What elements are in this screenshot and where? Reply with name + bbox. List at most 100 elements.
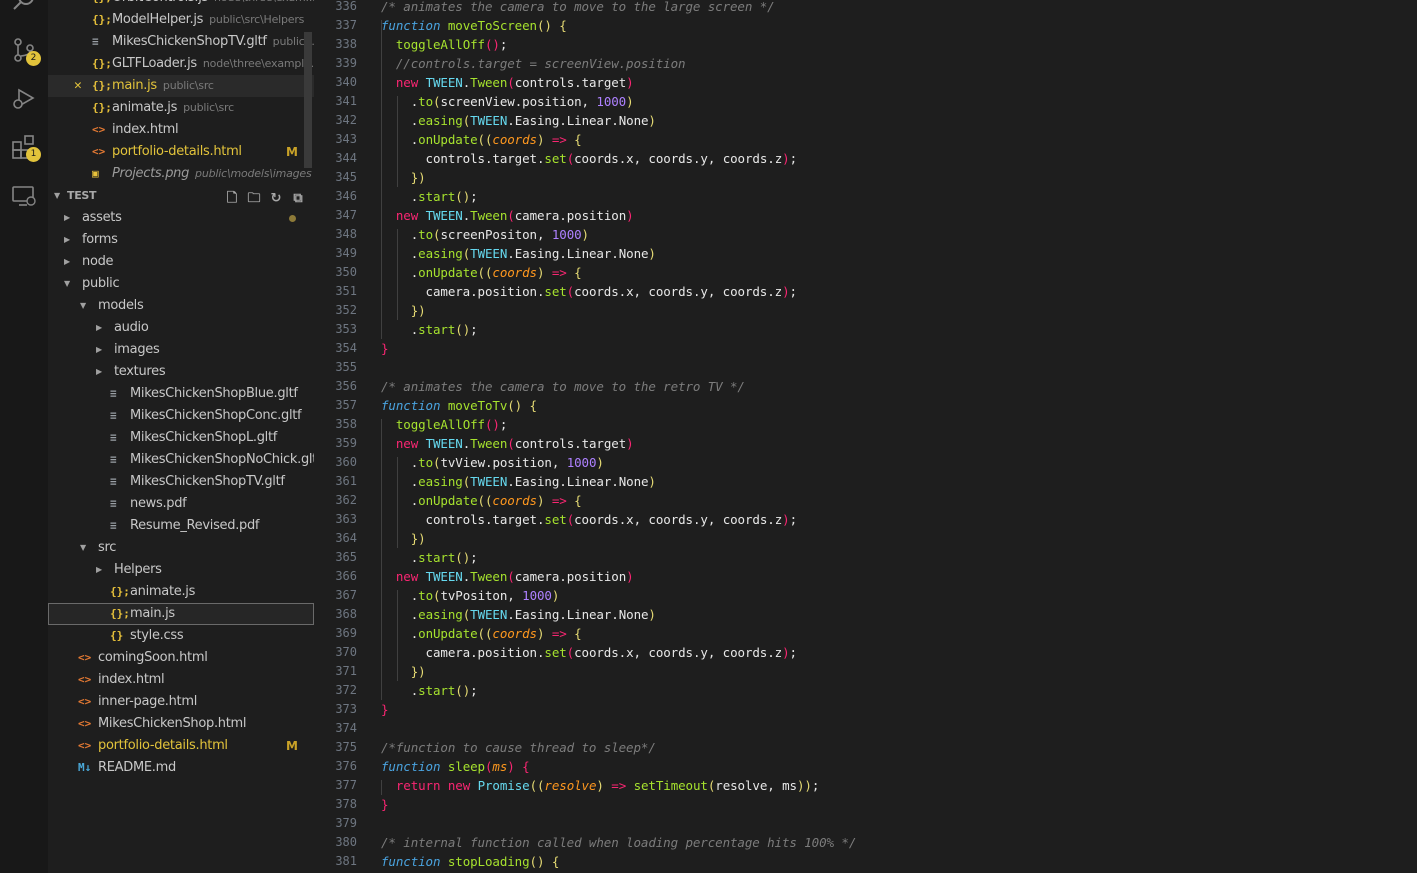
line-number: 373	[335, 702, 357, 716]
file-name: index.html	[112, 122, 179, 137]
tree-file[interactable]: {}; main.js	[48, 603, 314, 625]
folder-name: assets	[82, 210, 122, 225]
tree-folder[interactable]: ▶ images	[48, 339, 314, 361]
tree-folder[interactable]: ▼ models	[48, 295, 314, 317]
new-folder-icon[interactable]: 🗀	[246, 191, 262, 207]
tree-file[interactable]: ≡ Resume_Revised.pdf	[48, 515, 314, 537]
folder-name: images	[114, 342, 160, 357]
code-editor[interactable]: 336 /* animates the camera to move to the…	[315, 0, 1417, 873]
code-line: new TWEEN.Tween(camera.position)	[395, 569, 634, 584]
tree-file[interactable]: <> portfolio-details.html M	[48, 735, 314, 757]
folder-name: models	[98, 298, 144, 313]
remote-explorer-icon[interactable]	[10, 182, 38, 210]
line-number: 356	[335, 379, 357, 393]
tree-file[interactable]: <> inner-page.html	[48, 691, 314, 713]
new-file-icon[interactable]: 🗋	[224, 191, 240, 207]
tree-folder[interactable]: ▶ Helpers	[48, 559, 314, 581]
open-editor-item[interactable]: <> portfolio-details.html M	[48, 141, 314, 163]
file-name: portfolio-details.html	[98, 738, 228, 753]
file-name: main.js	[130, 606, 175, 621]
file-path: node\three\exam...	[214, 0, 314, 4]
open-editor-item[interactable]: {};OrbitControls.js node\three\exam...	[48, 0, 314, 9]
file-name: MikesChickenShopConc.gltf	[130, 408, 302, 423]
open-editor-item[interactable]: {}; ModelHelper.js public\src\Helpers	[48, 9, 314, 31]
gltf-file-icon: ≡	[110, 519, 117, 532]
code-line: .start();	[381, 322, 478, 337]
open-editor-item[interactable]: ≡ MikesChickenShopTV.gltf public\...	[48, 31, 314, 53]
code-line: }	[381, 702, 389, 717]
file-name: Resume_Revised.pdf	[130, 518, 260, 533]
file-name: portfolio-details.html	[112, 144, 242, 159]
tree-folder[interactable]: ▶ textures	[48, 361, 314, 383]
tree-file[interactable]: M↓ README.md	[48, 757, 314, 779]
file-name: comingSoon.html	[98, 650, 208, 665]
line-number: 380	[335, 835, 357, 849]
code-line: .start();	[381, 683, 478, 698]
tree-file[interactable]: ≡ MikesChickenShopNoChick.gltf	[48, 449, 314, 471]
code-line: camera.position.set(coords.x, coords.y, …	[381, 645, 798, 660]
tree-file[interactable]: ≡ MikesChickenShopL.gltf	[48, 427, 314, 449]
open-editor-label: portfolio-details.html	[112, 141, 242, 163]
code-line: .to(tvPositon, 1000)	[381, 588, 560, 603]
close-icon[interactable]: ✕	[74, 75, 82, 97]
tree-folder[interactable]: ▶ node	[48, 251, 314, 273]
file-name: GLTFLoader.js	[112, 56, 197, 71]
open-editor-item[interactable]: ✕ {}; main.js public\src	[48, 75, 314, 97]
file-name: OrbitControls.js	[112, 0, 208, 5]
tree-folder[interactable]: ▶ audio	[48, 317, 314, 339]
line-number: 354	[335, 341, 357, 355]
tree-file[interactable]: ≡ news.pdf	[48, 493, 314, 515]
line-number: 375	[335, 740, 357, 754]
line-number: 343	[335, 132, 357, 146]
tree-file[interactable]: {}; animate.js	[48, 581, 314, 603]
html-file-icon: <>	[78, 717, 92, 730]
code-line: function sleep(ms) {	[381, 759, 530, 774]
search-icon[interactable]	[10, 0, 38, 14]
code-line: function moveToScreen() {	[381, 18, 567, 33]
gltf-file-icon: ≡	[110, 387, 117, 400]
code-line: function moveToTv() {	[381, 398, 537, 413]
file-name: main.js	[112, 78, 157, 93]
tree-file[interactable]: <> MikesChickenShop.html	[48, 713, 314, 735]
file-name: MikesChickenShopL.gltf	[130, 430, 278, 445]
gltf-file-icon: ≡	[110, 409, 117, 422]
code-line: .easing(TWEEN.Easing.Linear.None)	[381, 607, 656, 622]
line-number: 381	[335, 854, 357, 868]
tree-folder[interactable]: ▶ forms	[48, 229, 314, 251]
line-number: 336	[335, 0, 357, 13]
tree-file[interactable]: ≡ MikesChickenShopBlue.gltf	[48, 383, 314, 405]
explorer-section-header[interactable]: ▼ TEST 🗋 🗀 ↻ ⧉	[48, 185, 314, 207]
line-number: 374	[335, 721, 357, 735]
tree-file[interactable]: <> index.html	[48, 669, 314, 691]
tree-folder[interactable]: ▶ assets	[48, 207, 314, 229]
tree-folder[interactable]: ▼ public	[48, 273, 314, 295]
code-line: camera.position.set(coords.x, coords.y, …	[381, 284, 798, 299]
line-number: 355	[335, 360, 357, 374]
line-number: 363	[335, 512, 357, 526]
folder-name: public	[82, 276, 120, 291]
tree-folder[interactable]: ▼ src	[48, 537, 314, 559]
code-line: new TWEEN.Tween(controls.target)	[395, 436, 634, 451]
chevron-right-icon: ▶	[96, 367, 103, 376]
line-number: 368	[335, 607, 357, 621]
open-editor-item[interactable]: ▣ Projects.png public\models\images	[48, 163, 314, 185]
open-editor-label: index.html	[112, 119, 179, 141]
code-line: /* animates the camera to move to the re…	[381, 379, 745, 394]
activity-bar: 2 1	[0, 0, 48, 873]
refresh-icon[interactable]: ↻	[268, 191, 284, 207]
tree-file[interactable]: ≡ MikesChickenShopTV.gltf	[48, 471, 314, 493]
code-line: return new Promise((resolve) => setTimeo…	[395, 778, 820, 793]
open-editor-item[interactable]: {}; animate.js public\src	[48, 97, 314, 119]
tree-file[interactable]: <> comingSoon.html	[48, 647, 314, 669]
scm-badge: 2	[26, 51, 41, 66]
line-number: 344	[335, 151, 357, 165]
tree-file[interactable]: {} style.css	[48, 625, 314, 647]
tree-file[interactable]: ≡ MikesChickenShopConc.gltf	[48, 405, 314, 427]
html-file-icon: <>	[92, 123, 106, 136]
collapse-all-icon[interactable]: ⧉	[290, 191, 306, 207]
line-number: 372	[335, 683, 357, 697]
open-editor-item[interactable]: {}; GLTFLoader.js node\three\example...	[48, 53, 314, 75]
open-editor-item[interactable]: <> index.html	[48, 119, 314, 141]
sidebar-scrollbar[interactable]	[304, 32, 312, 168]
run-debug-icon[interactable]	[10, 84, 38, 112]
